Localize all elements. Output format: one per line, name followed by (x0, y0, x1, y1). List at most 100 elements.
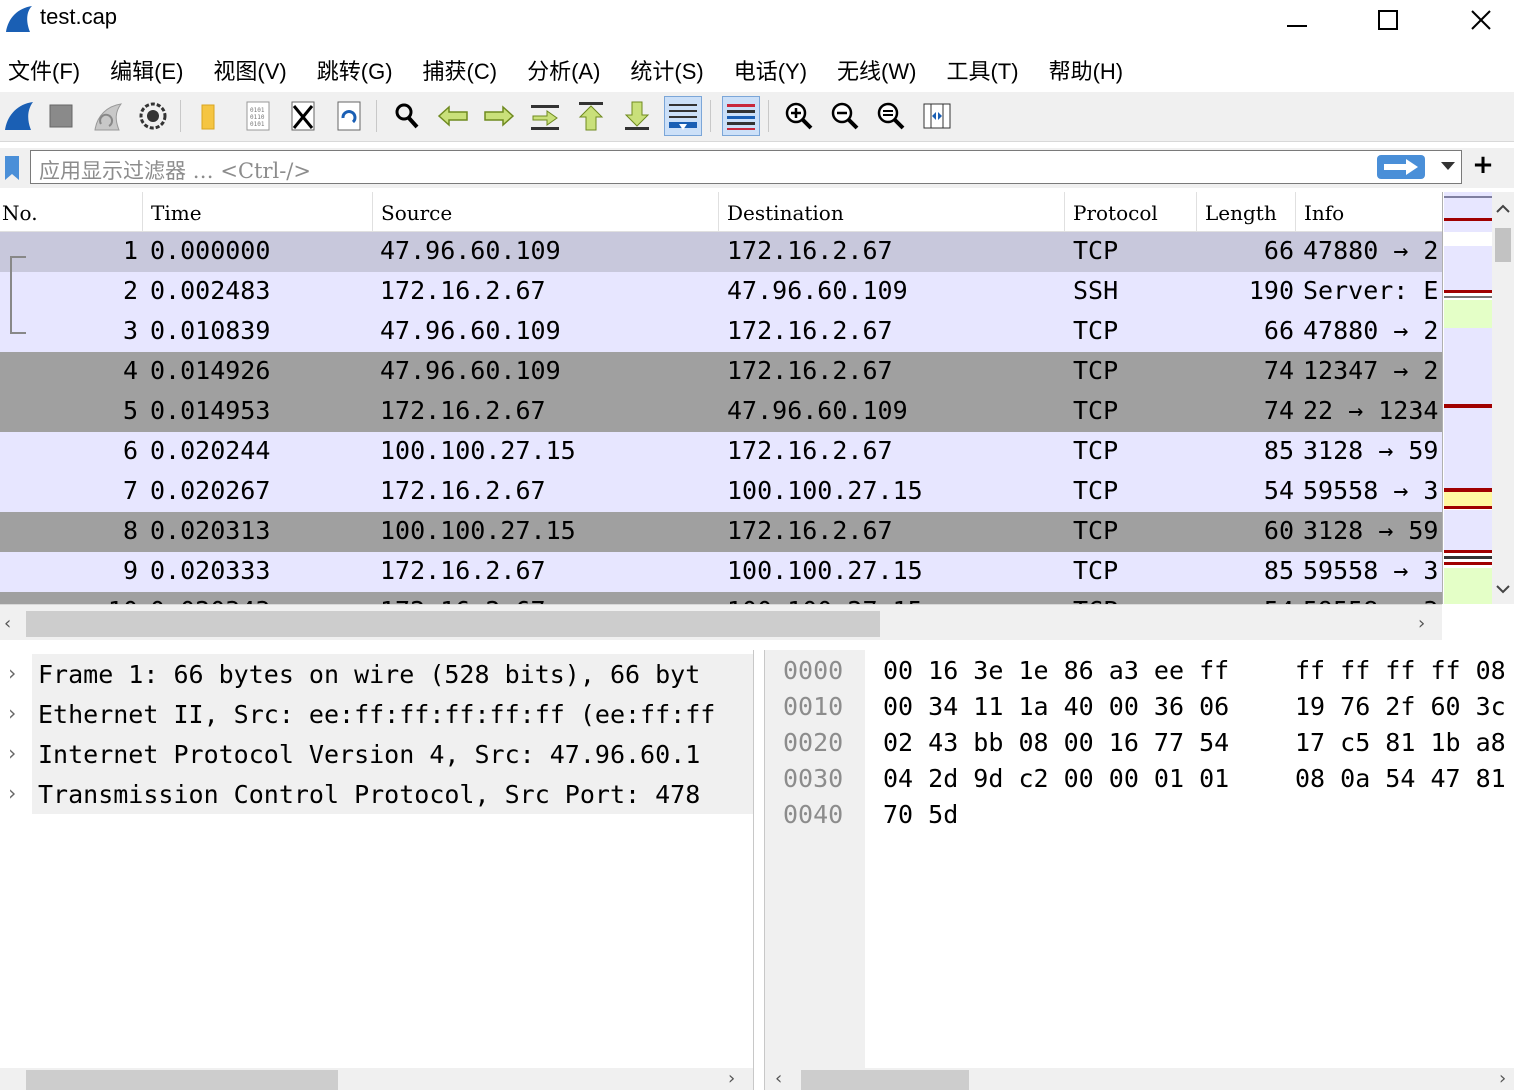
minimap-band (1444, 300, 1492, 328)
chevron-left-icon[interactable]: ‹ (775, 1068, 782, 1089)
bookmark-icon[interactable] (2, 154, 22, 182)
zoom-out-button[interactable] (826, 96, 864, 136)
packet-row[interactable]: 8 0.020313 100.100.27.15 172.16.2.67 TCP… (0, 512, 1442, 552)
menu-tools[interactable]: 工具(T) (946, 48, 1018, 88)
chevron-right-icon[interactable]: › (1499, 1068, 1506, 1089)
column-header-no[interactable]: No. (0, 192, 143, 232)
go-to-packet-button[interactable] (526, 96, 564, 136)
bytes-hscroll[interactable]: ‹ › (765, 1068, 1514, 1090)
close-file-icon (291, 101, 315, 131)
main-toolbar: 0101 0110 0101 (0, 92, 1514, 142)
conversation-bracket (10, 256, 28, 334)
tree-item-frame[interactable]: › Frame 1: 66 bytes on wire (528 bits), … (0, 654, 753, 694)
packet-protocol: TCP (1073, 316, 1119, 345)
tree-item-ipv4[interactable]: › Internet Protocol Version 4, Src: 47.9… (0, 734, 753, 774)
packet-row[interactable]: 10 0.020343 172.16.2.67 100.100.27.15 TC… (0, 592, 1442, 604)
go-back-button[interactable] (434, 96, 472, 136)
open-file-button[interactable] (190, 96, 228, 136)
menu-edit[interactable]: 编辑(E) (110, 48, 183, 88)
menu-wireless[interactable]: 无线(W) (837, 48, 916, 88)
menu-capture[interactable]: 捕获(C) (423, 48, 498, 88)
vscroll-thumb[interactable] (1495, 228, 1511, 262)
packet-row[interactable]: 5 0.014953 172.16.2.67 47.96.60.109 TCP … (0, 392, 1442, 432)
tree-item-ethernet[interactable]: › Ethernet II, Src: ee:ff:ff:ff:ff:ff (e… (0, 694, 753, 734)
start-capture-button[interactable] (0, 96, 38, 136)
packet-minimap[interactable] (1442, 192, 1492, 604)
auto-scroll-button[interactable] (664, 96, 702, 136)
chevron-down-icon[interactable] (1492, 578, 1514, 600)
byte-hex: 00 16 3e 1e 86 a3 ee ff (883, 656, 1230, 685)
packet-row[interactable]: 7 0.020267 172.16.2.67 100.100.27.15 TCP… (0, 472, 1442, 512)
go-forward-button[interactable] (480, 96, 518, 136)
packet-time: 0.020244 (150, 436, 271, 465)
packet-list-hscroll[interactable]: ‹ › (0, 604, 1442, 640)
packet-source: 172.16.2.67 (380, 596, 718, 604)
zoom-reset-button[interactable] (872, 96, 910, 136)
menu-telephony[interactable]: 电话(Y) (734, 48, 807, 88)
packet-source: 100.100.27.15 (380, 516, 576, 545)
minimize-button[interactable] (1274, 0, 1320, 40)
packet-row[interactable]: 2 0.002483 172.16.2.67 47.96.60.109 SSH … (0, 272, 1442, 312)
colorize-button[interactable] (722, 96, 760, 136)
minimap-band (1444, 506, 1492, 509)
column-header-destination[interactable]: Destination (719, 192, 1065, 232)
save-file-button[interactable]: 0101 0110 0101 (238, 96, 276, 136)
zoom-out-icon (831, 102, 859, 130)
chevron-right-icon[interactable]: › (6, 781, 18, 805)
packet-time: 0.002483 (150, 276, 271, 305)
packet-protocol: TCP (1073, 476, 1119, 505)
packet-list-vscroll[interactable] (1492, 192, 1514, 604)
packet-source: 172.16.2.67 (380, 276, 546, 305)
find-packet-button[interactable] (388, 96, 426, 136)
minimap-band (1444, 510, 1492, 550)
first-packet-button[interactable] (572, 96, 610, 136)
packet-row[interactable]: 1 0.000000 47.96.60.109 172.16.2.67 TCP … (0, 232, 1442, 272)
zoom-in-button[interactable] (780, 96, 818, 136)
last-packet-button[interactable] (618, 96, 656, 136)
chevron-up-icon[interactable] (1492, 198, 1514, 220)
chevron-right-icon[interactable]: › (728, 1068, 735, 1089)
menu-analyze[interactable]: 分析(A) (527, 48, 600, 88)
tree-item-tcp[interactable]: › Transmission Control Protocol, Src Por… (0, 774, 753, 814)
packet-length: 60 (1263, 516, 1294, 545)
menu-help[interactable]: 帮助(H) (1049, 48, 1124, 88)
chevron-left-icon[interactable]: ‹ (4, 613, 11, 634)
close-file-button[interactable] (284, 96, 322, 136)
menu-file[interactable]: 文件(F) (8, 48, 80, 88)
add-filter-button[interactable]: + (1468, 150, 1498, 180)
hscroll-thumb[interactable] (26, 1070, 338, 1090)
chevron-right-icon[interactable]: › (6, 741, 18, 765)
maximize-button[interactable] (1365, 0, 1411, 40)
packet-row[interactable]: 3 0.010839 47.96.60.109 172.16.2.67 TCP … (0, 312, 1442, 352)
packet-row[interactable]: 4 0.014926 47.96.60.109 172.16.2.67 TCP … (0, 352, 1442, 392)
column-header-info[interactable]: Info (1296, 192, 1442, 232)
packet-protocol: TCP (1073, 596, 1197, 604)
packet-row[interactable]: 6 0.020244 100.100.27.15 172.16.2.67 TCP… (0, 432, 1442, 472)
chevron-down-icon[interactable] (1439, 159, 1457, 173)
display-filter-input[interactable]: 应用显示过滤器 … <Ctrl-/> (30, 150, 1462, 184)
packet-row[interactable]: 9 0.020333 172.16.2.67 100.100.27.15 TCP… (0, 552, 1442, 592)
packet-destination: 172.16.2.67 (727, 516, 893, 545)
details-hscroll[interactable]: › (0, 1068, 753, 1090)
chevron-right-icon[interactable]: › (6, 701, 18, 725)
hscroll-thumb[interactable] (26, 611, 880, 637)
menu-statistics[interactable]: 统计(S) (630, 48, 703, 88)
capture-options-button[interactable] (134, 96, 172, 136)
resize-columns-button[interactable] (918, 96, 956, 136)
menu-view[interactable]: 视图(V) (213, 48, 286, 88)
column-header-time[interactable]: Time (143, 192, 373, 232)
restart-capture-button[interactable] (88, 96, 126, 136)
menu-bar: 文件(F) 编辑(E) 视图(V) 跳转(G) 捕获(C) 分析(A) 统计(S… (0, 48, 1514, 88)
chevron-right-icon[interactable]: › (6, 661, 18, 685)
chevron-right-icon[interactable]: › (1418, 613, 1425, 634)
column-header-source[interactable]: Source (373, 192, 719, 232)
apply-filter-button[interactable] (1377, 155, 1425, 179)
column-header-protocol[interactable]: Protocol (1065, 192, 1197, 232)
hscroll-thumb[interactable] (801, 1070, 969, 1090)
stop-capture-button[interactable] (42, 96, 80, 136)
column-header-length[interactable]: Length (1197, 192, 1296, 232)
reload-file-button[interactable] (330, 96, 368, 136)
menu-go[interactable]: 跳转(G) (317, 48, 393, 88)
close-button[interactable] (1458, 0, 1504, 40)
close-icon (1471, 10, 1491, 30)
